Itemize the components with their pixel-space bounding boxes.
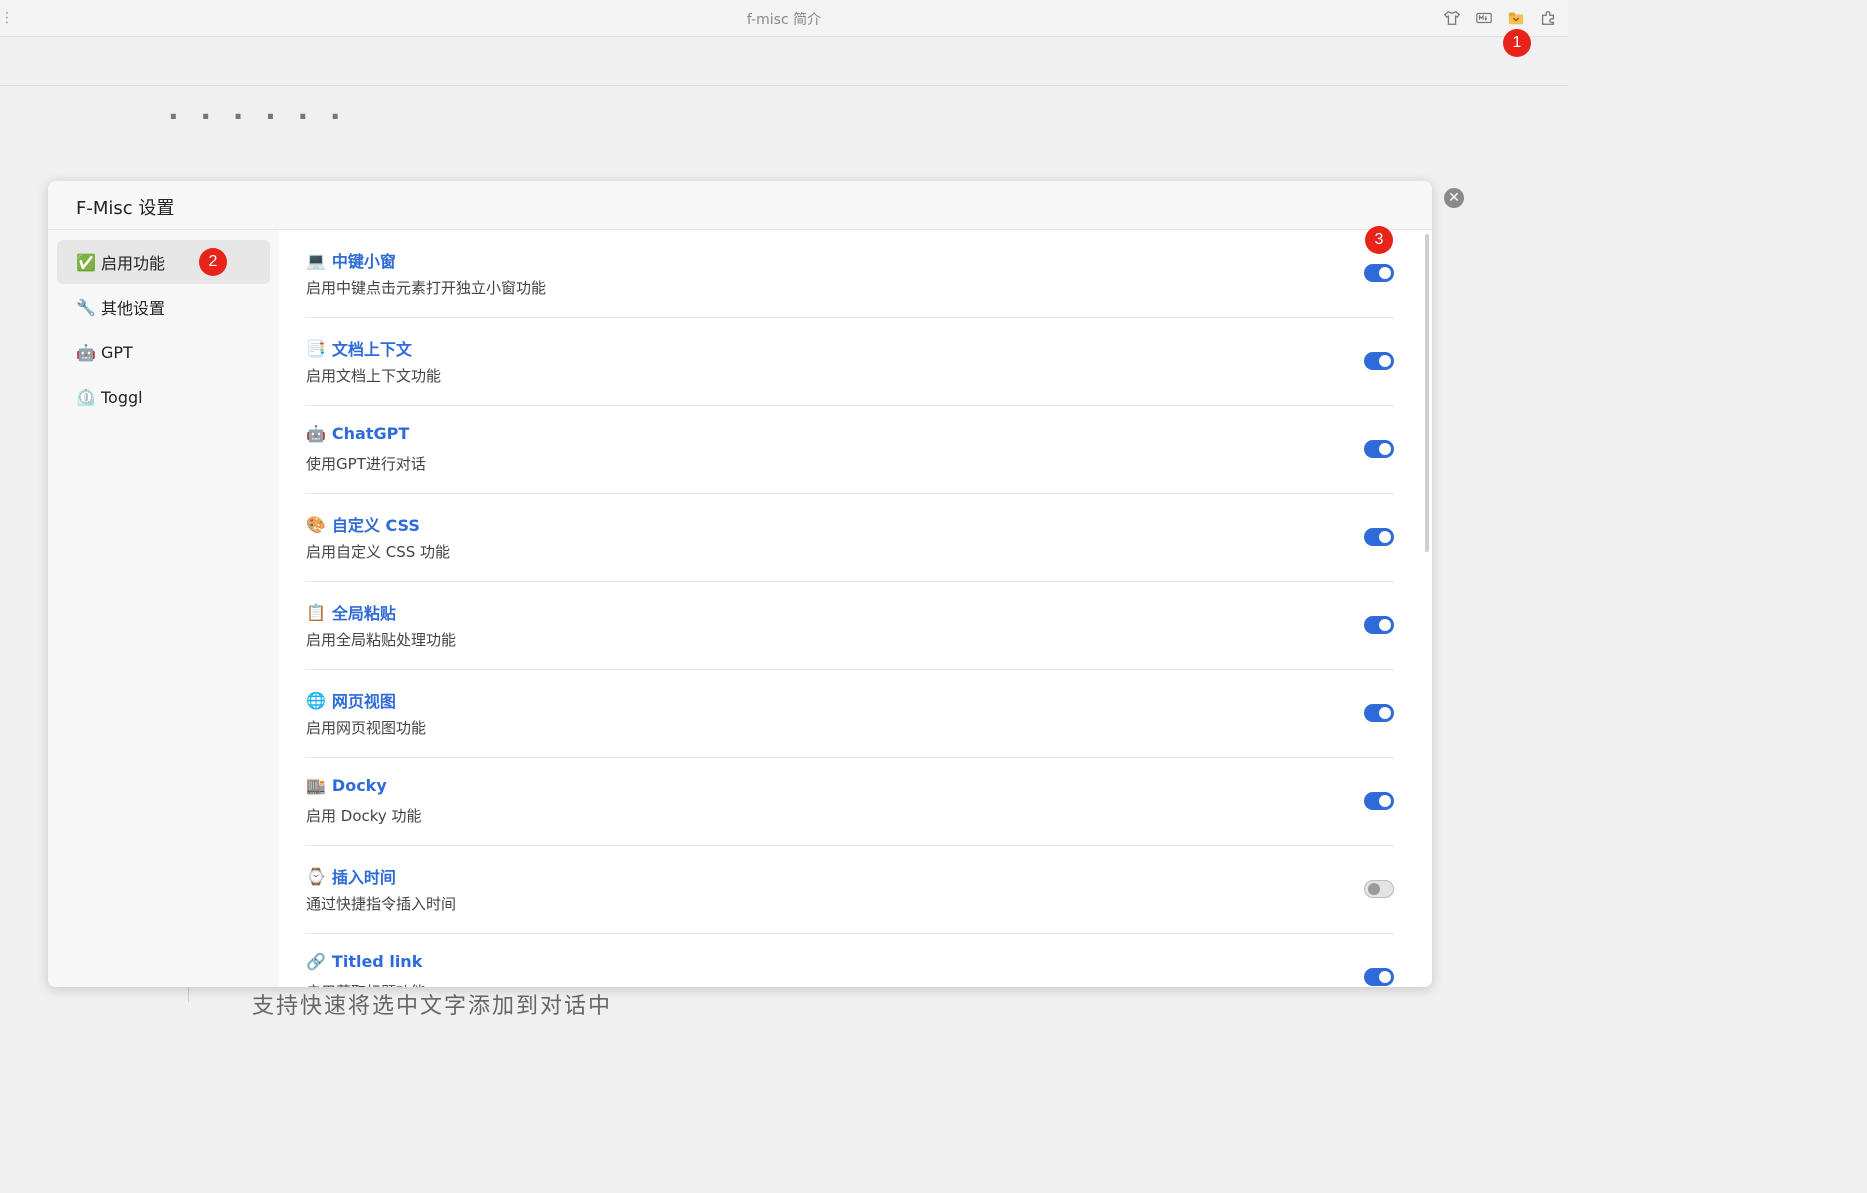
feature-row: 🤖 ChatGPT 使用GPT进行对话 xyxy=(306,406,1394,494)
toggle-knob xyxy=(1379,795,1391,807)
feature-row: 💻 中键小窗启用中键点击元素打开独立小窗功能 xyxy=(306,230,1394,318)
sidebar-item-enable-features[interactable]: ✅ 启用功能 xyxy=(57,240,270,284)
titlebar-icons xyxy=(1442,8,1558,28)
toggle-knob xyxy=(1379,971,1391,983)
annotation-marker-2: 2 xyxy=(199,248,227,276)
markdown-icon[interactable] xyxy=(1474,8,1494,28)
feature-description: 启用中键点击元素打开独立小窗功能 xyxy=(306,279,547,297)
feature-row: 🏬 Docky 启用 Docky 功能 xyxy=(306,758,1394,846)
feature-row: 🔗 Titled link 启用获取标题功能 xyxy=(306,934,1394,987)
store-icon: 🏬 xyxy=(306,776,326,795)
feature-toggle[interactable] xyxy=(1364,968,1394,986)
settings-dialog: F-Misc 设置 ✅ 启用功能 🔧 其他设置 🤖 GPT ⏲️ Toggl 💻… xyxy=(48,181,1432,987)
feature-description: 启用文档上下文功能 xyxy=(306,367,442,385)
feature-title: 💻 中键小窗 xyxy=(306,248,396,272)
feature-toggle[interactable] xyxy=(1364,792,1394,810)
feature-title: 📑 文档上下文 xyxy=(306,336,412,360)
feature-description: 通过快捷指令插入时间 xyxy=(306,895,457,913)
feature-title-text: 插入时间 xyxy=(331,868,396,887)
feature-title: 🤖 ChatGPT xyxy=(306,424,409,443)
timer-icon: ⏲️ xyxy=(76,387,96,407)
feature-title-text: ChatGPT xyxy=(331,424,410,443)
feature-toggle[interactable] xyxy=(1364,704,1394,722)
background-heading: · · · · · · xyxy=(168,100,347,124)
toggle-knob xyxy=(1368,883,1380,895)
feature-title-text: 网页视图 xyxy=(331,692,396,711)
feature-title-text: 自定义 CSS xyxy=(331,516,420,535)
toggle-knob xyxy=(1379,267,1391,279)
robot-icon: 🤖 xyxy=(76,342,96,362)
toggle-knob xyxy=(1379,619,1391,631)
extension-icon[interactable] xyxy=(1538,8,1558,28)
feature-title: 🌐 网页视图 xyxy=(306,688,396,712)
feature-toggle[interactable] xyxy=(1364,880,1394,898)
feature-title-text: Docky xyxy=(331,776,387,795)
toggle-knob xyxy=(1379,531,1391,543)
feature-title: 🔗 Titled link xyxy=(306,952,422,971)
feature-row: 📋 全局粘贴启用全局粘贴处理功能 xyxy=(306,582,1394,670)
toggle-knob xyxy=(1379,707,1391,719)
sidebar-item-label: GPT xyxy=(101,342,133,362)
feature-title: 🏬 Docky xyxy=(306,776,387,795)
tshirt-icon[interactable] xyxy=(1442,8,1462,28)
feature-toggle[interactable] xyxy=(1364,528,1394,546)
close-icon[interactable]: ✕ xyxy=(1444,188,1464,208)
feature-row: 🌐 网页视图启用网页视图功能 xyxy=(306,670,1394,758)
feature-toggle[interactable] xyxy=(1364,440,1394,458)
toggle-knob xyxy=(1379,443,1391,455)
watch-icon: ⌚ xyxy=(306,866,326,886)
sidebar-item-label: 其他设置 xyxy=(101,299,166,318)
palette-icon: 🎨 xyxy=(306,514,326,534)
plugin-folder-icon[interactable] xyxy=(1506,8,1526,28)
sidebar-item-gpt[interactable]: 🤖 GPT xyxy=(57,330,270,374)
dialog-body: ✅ 启用功能 🔧 其他设置 🤖 GPT ⏲️ Toggl 💻 中键小窗启用中键点击… xyxy=(48,230,1432,987)
globe-icon: 🌐 xyxy=(306,690,326,710)
scrollbar[interactable] xyxy=(1425,234,1429,552)
feature-row: 📑 文档上下文启用文档上下文功能 xyxy=(306,318,1394,406)
feature-description: 启用 Docky 功能 xyxy=(306,807,422,825)
annotation-marker-1: 1 xyxy=(1503,29,1531,57)
feature-list: 💻 中键小窗启用中键点击元素打开独立小窗功能 📑 文档上下文启用文档上下文功能 🤖 Cha… xyxy=(279,230,1432,987)
background-divider xyxy=(188,986,189,1002)
computer-icon: 💻 xyxy=(306,250,326,270)
check-icon: ✅ xyxy=(76,252,96,272)
feature-title: 📋 全局粘贴 xyxy=(306,600,396,624)
annotation-marker-3: 3 xyxy=(1365,226,1393,254)
document-icon: 📑 xyxy=(306,338,326,358)
editor-toolbar xyxy=(0,37,1568,86)
window-titlebar: ⋮ f-misc 简介 xyxy=(0,0,1568,37)
feature-toggle[interactable] xyxy=(1364,264,1394,282)
feature-title: ⌚ 插入时间 xyxy=(306,864,396,888)
settings-sidebar: ✅ 启用功能 🔧 其他设置 🤖 GPT ⏲️ Toggl xyxy=(48,230,279,987)
sidebar-item-other-settings[interactable]: 🔧 其他设置 xyxy=(57,285,270,329)
feature-description: 启用全局粘贴处理功能 xyxy=(306,631,457,649)
feature-title-text: 文档上下文 xyxy=(331,340,412,359)
clipboard-icon: 📋 xyxy=(306,602,326,622)
feature-toggle[interactable] xyxy=(1364,352,1394,370)
feature-description: 启用获取标题功能 xyxy=(306,981,426,987)
window-title: f-misc 简介 xyxy=(746,12,822,28)
link-icon: 🔗 xyxy=(306,952,326,971)
feature-description: 使用GPT进行对话 xyxy=(306,455,426,473)
wrench-icon: 🔧 xyxy=(76,297,96,317)
feature-title-text: Titled link xyxy=(331,952,423,971)
background-bottom-text: 支持快速将选中文字添加到对话中 xyxy=(252,994,613,1019)
dialog-title: F-Misc 设置 xyxy=(48,181,1432,230)
feature-row: ⌚ 插入时间通过快捷指令插入时间 xyxy=(306,846,1394,934)
toggle-knob xyxy=(1379,355,1391,367)
feature-row: 🎨 自定义 CSS 启用自定义 CSS 功能 xyxy=(306,494,1394,582)
feature-title: 🎨 自定义 CSS xyxy=(306,512,420,536)
sidebar-item-label: Toggl xyxy=(101,387,143,407)
feature-description: 启用网页视图功能 xyxy=(306,719,427,737)
feature-description: 启用自定义 CSS 功能 xyxy=(306,543,451,561)
sidebar-item-label: 启用功能 xyxy=(101,254,166,273)
sidebar-item-toggl[interactable]: ⏲️ Toggl xyxy=(57,375,270,419)
feature-toggle[interactable] xyxy=(1364,616,1394,634)
feature-title-text: 中键小窗 xyxy=(331,252,396,271)
robot-icon: 🤖 xyxy=(306,424,326,443)
feature-title-text: 全局粘贴 xyxy=(331,604,396,623)
